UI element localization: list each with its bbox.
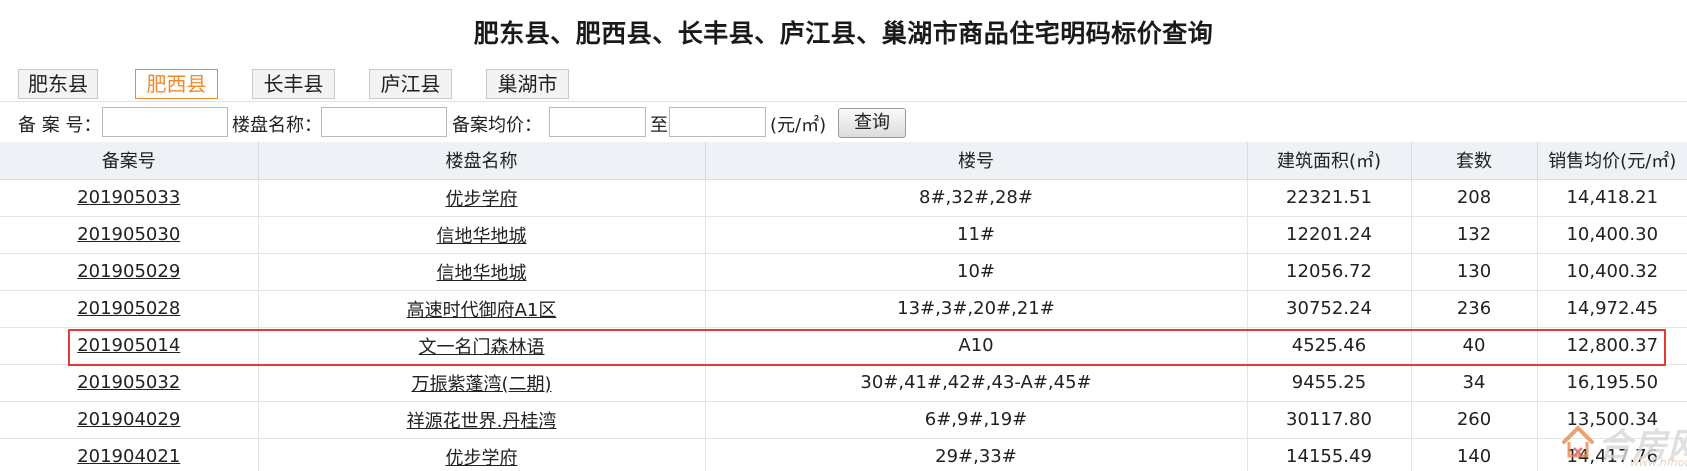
project-name-link[interactable]: 文一名门森林语 bbox=[419, 337, 545, 358]
tab-lujiang[interactable]: 庐江县 bbox=[369, 69, 452, 99]
project-name-label: 楼盘名称： bbox=[232, 115, 322, 136]
price-unit-label: (元/㎡) bbox=[770, 115, 827, 136]
project-name-link[interactable]: 高速时代御府A1区 bbox=[407, 300, 557, 321]
building-no-cell: 10# bbox=[705, 253, 1248, 291]
unit-count-cell: 140 bbox=[1411, 438, 1538, 471]
floor-area-cell: 22321.51 bbox=[1247, 179, 1412, 217]
hfhouse-watermark: 合房网 www.hfhouse.com bbox=[1560, 412, 1687, 471]
avg-price-cell: 14,418.21 bbox=[1537, 179, 1687, 217]
project-name-link[interactable]: 万振紫蓬湾(二期) bbox=[411, 374, 551, 395]
unit-count-cell: 236 bbox=[1411, 290, 1538, 328]
record-no-link[interactable]: 201905014 bbox=[77, 335, 180, 356]
avg-price-cell: 14,972.45 bbox=[1537, 290, 1687, 328]
price-to-label: 至 bbox=[650, 115, 668, 136]
building-no-cell: 6#,9#,19# bbox=[705, 401, 1248, 439]
project-name-link[interactable]: 优步学府 bbox=[446, 189, 518, 210]
floor-area-cell: 4525.46 bbox=[1247, 327, 1412, 365]
header-floor-area: 建筑面积(㎡) bbox=[1247, 142, 1412, 180]
floor-area-cell: 30117.80 bbox=[1247, 401, 1412, 439]
record-no-link[interactable]: 201905030 bbox=[77, 224, 180, 245]
header-building-no: 楼号 bbox=[705, 142, 1248, 180]
table-row: 201905028 高速时代御府A1区 13#,3#,20#,21# 30752… bbox=[0, 290, 1687, 328]
page-title: 肥东县、肥西县、长丰县、庐江县、巢湖市商品住宅明码标价查询 bbox=[473, 19, 1214, 48]
floor-area-cell: 9455.25 bbox=[1247, 364, 1412, 402]
project-name-input[interactable] bbox=[321, 107, 447, 137]
avg-price-cell: 12,800.37 bbox=[1537, 327, 1687, 365]
tab-feidong[interactable]: 肥东县 bbox=[18, 69, 98, 99]
unit-count-cell: 40 bbox=[1411, 327, 1538, 365]
watermark-url: www.hfhouse.com bbox=[1630, 456, 1687, 469]
project-name-link[interactable]: 信地华地城 bbox=[437, 263, 527, 284]
table-row-highlighted: 201905014 文一名门森林语 A10 4525.46 40 12,800.… bbox=[0, 327, 1687, 365]
floor-area-cell: 30752.24 bbox=[1247, 290, 1412, 328]
record-no-link[interactable]: 201905033 bbox=[77, 187, 180, 208]
table-row: 201905033 优步学府 8#,32#,28# 22321.51 208 1… bbox=[0, 179, 1687, 217]
tab-divider bbox=[0, 101, 1687, 102]
building-no-cell: 29#,33# bbox=[705, 438, 1248, 471]
tab-chaohu[interactable]: 巢湖市 bbox=[486, 69, 569, 99]
avg-price-cell: 10,400.32 bbox=[1537, 253, 1687, 291]
search-bar: 备 案 号： 楼盘名称： 备案均价： 至 (元/㎡) 查询 bbox=[18, 107, 1678, 139]
unit-count-cell: 208 bbox=[1411, 179, 1538, 217]
tab-changfeng[interactable]: 长丰县 bbox=[252, 69, 335, 99]
avg-price-label: 备案均价： bbox=[452, 115, 542, 136]
table-row: 201904021 优步学府 29#,33# 14155.49 140 14,4… bbox=[0, 438, 1687, 471]
project-name-link[interactable]: 祥源花世界.丹桂湾 bbox=[407, 411, 557, 432]
building-no-cell: A10 bbox=[705, 327, 1248, 365]
unit-count-cell: 130 bbox=[1411, 253, 1538, 291]
header-project-name: 楼盘名称 bbox=[258, 142, 706, 180]
unit-count-cell: 34 bbox=[1411, 364, 1538, 402]
floor-area-cell: 14155.49 bbox=[1247, 438, 1412, 471]
table-row: 201905030 信地华地城 11# 12201.24 132 10,400.… bbox=[0, 216, 1687, 254]
project-name-link[interactable]: 优步学府 bbox=[446, 448, 518, 469]
unit-count-cell: 260 bbox=[1411, 401, 1538, 439]
table-row: 201905029 信地华地城 10# 12056.72 130 10,400.… bbox=[0, 253, 1687, 291]
floor-area-cell: 12201.24 bbox=[1247, 216, 1412, 254]
price-table: 备案号 楼盘名称 楼号 建筑面积(㎡) 套数 销售均价(元/㎡) 2019050… bbox=[0, 142, 1687, 471]
header-record-no: 备案号 bbox=[0, 142, 259, 180]
record-no-link[interactable]: 201905032 bbox=[77, 372, 180, 393]
house-logo-icon bbox=[1562, 425, 1594, 458]
price-to-input[interactable] bbox=[669, 107, 766, 137]
record-no-link[interactable]: 201905029 bbox=[77, 261, 180, 282]
project-name-link[interactable]: 信地华地城 bbox=[437, 226, 527, 247]
record-no-label: 备 案 号： bbox=[18, 115, 102, 136]
tab-feixi[interactable]: 肥西县 bbox=[135, 69, 218, 99]
floor-area-cell: 12056.72 bbox=[1247, 253, 1412, 291]
unit-count-cell: 132 bbox=[1411, 216, 1538, 254]
building-no-cell: 11# bbox=[705, 216, 1248, 254]
record-no-link[interactable]: 201904029 bbox=[77, 409, 180, 430]
record-no-input[interactable] bbox=[102, 107, 228, 137]
avg-price-cell: 10,400.30 bbox=[1537, 216, 1687, 254]
record-no-link[interactable]: 201905028 bbox=[77, 298, 180, 319]
avg-price-cell: 16,195.50 bbox=[1537, 364, 1687, 402]
query-button[interactable]: 查询 bbox=[838, 108, 906, 138]
building-no-cell: 8#,32#,28# bbox=[705, 179, 1248, 217]
price-from-input[interactable] bbox=[549, 107, 646, 137]
table-row: 201905032 万振紫蓬湾(二期) 30#,41#,42#,43-A#,45… bbox=[0, 364, 1687, 402]
table-row: 201904029 祥源花世界.丹桂湾 6#,9#,19# 30117.80 2… bbox=[0, 401, 1687, 439]
header-unit-count: 套数 bbox=[1411, 142, 1538, 180]
table-header-row: 备案号 楼盘名称 楼号 建筑面积(㎡) 套数 销售均价(元/㎡) bbox=[0, 142, 1687, 180]
record-no-link[interactable]: 201904021 bbox=[77, 446, 180, 467]
building-no-cell: 30#,41#,42#,43-A#,45# bbox=[705, 364, 1248, 402]
header-avg-price: 销售均价(元/㎡) bbox=[1537, 142, 1687, 180]
building-no-cell: 13#,3#,20#,21# bbox=[705, 290, 1248, 328]
